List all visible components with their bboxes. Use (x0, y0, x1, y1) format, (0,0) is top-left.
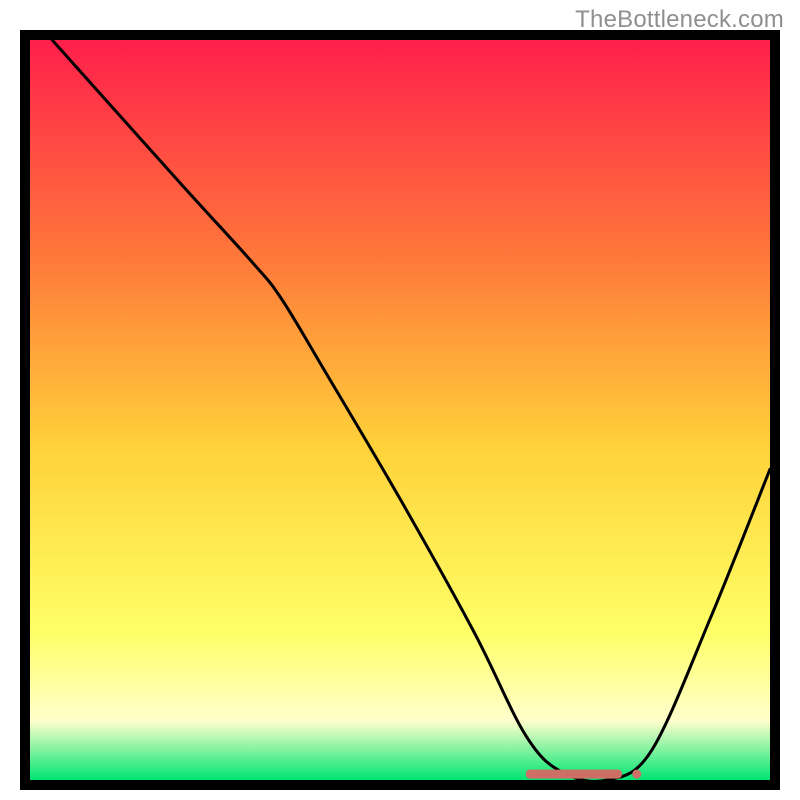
gradient-background (30, 40, 770, 780)
chart-frame (20, 30, 780, 790)
optimal-range-dot (632, 770, 641, 779)
optimal-range-bar (526, 770, 622, 779)
bottleneck-chart (30, 40, 770, 780)
chart-plot-area (30, 40, 770, 780)
